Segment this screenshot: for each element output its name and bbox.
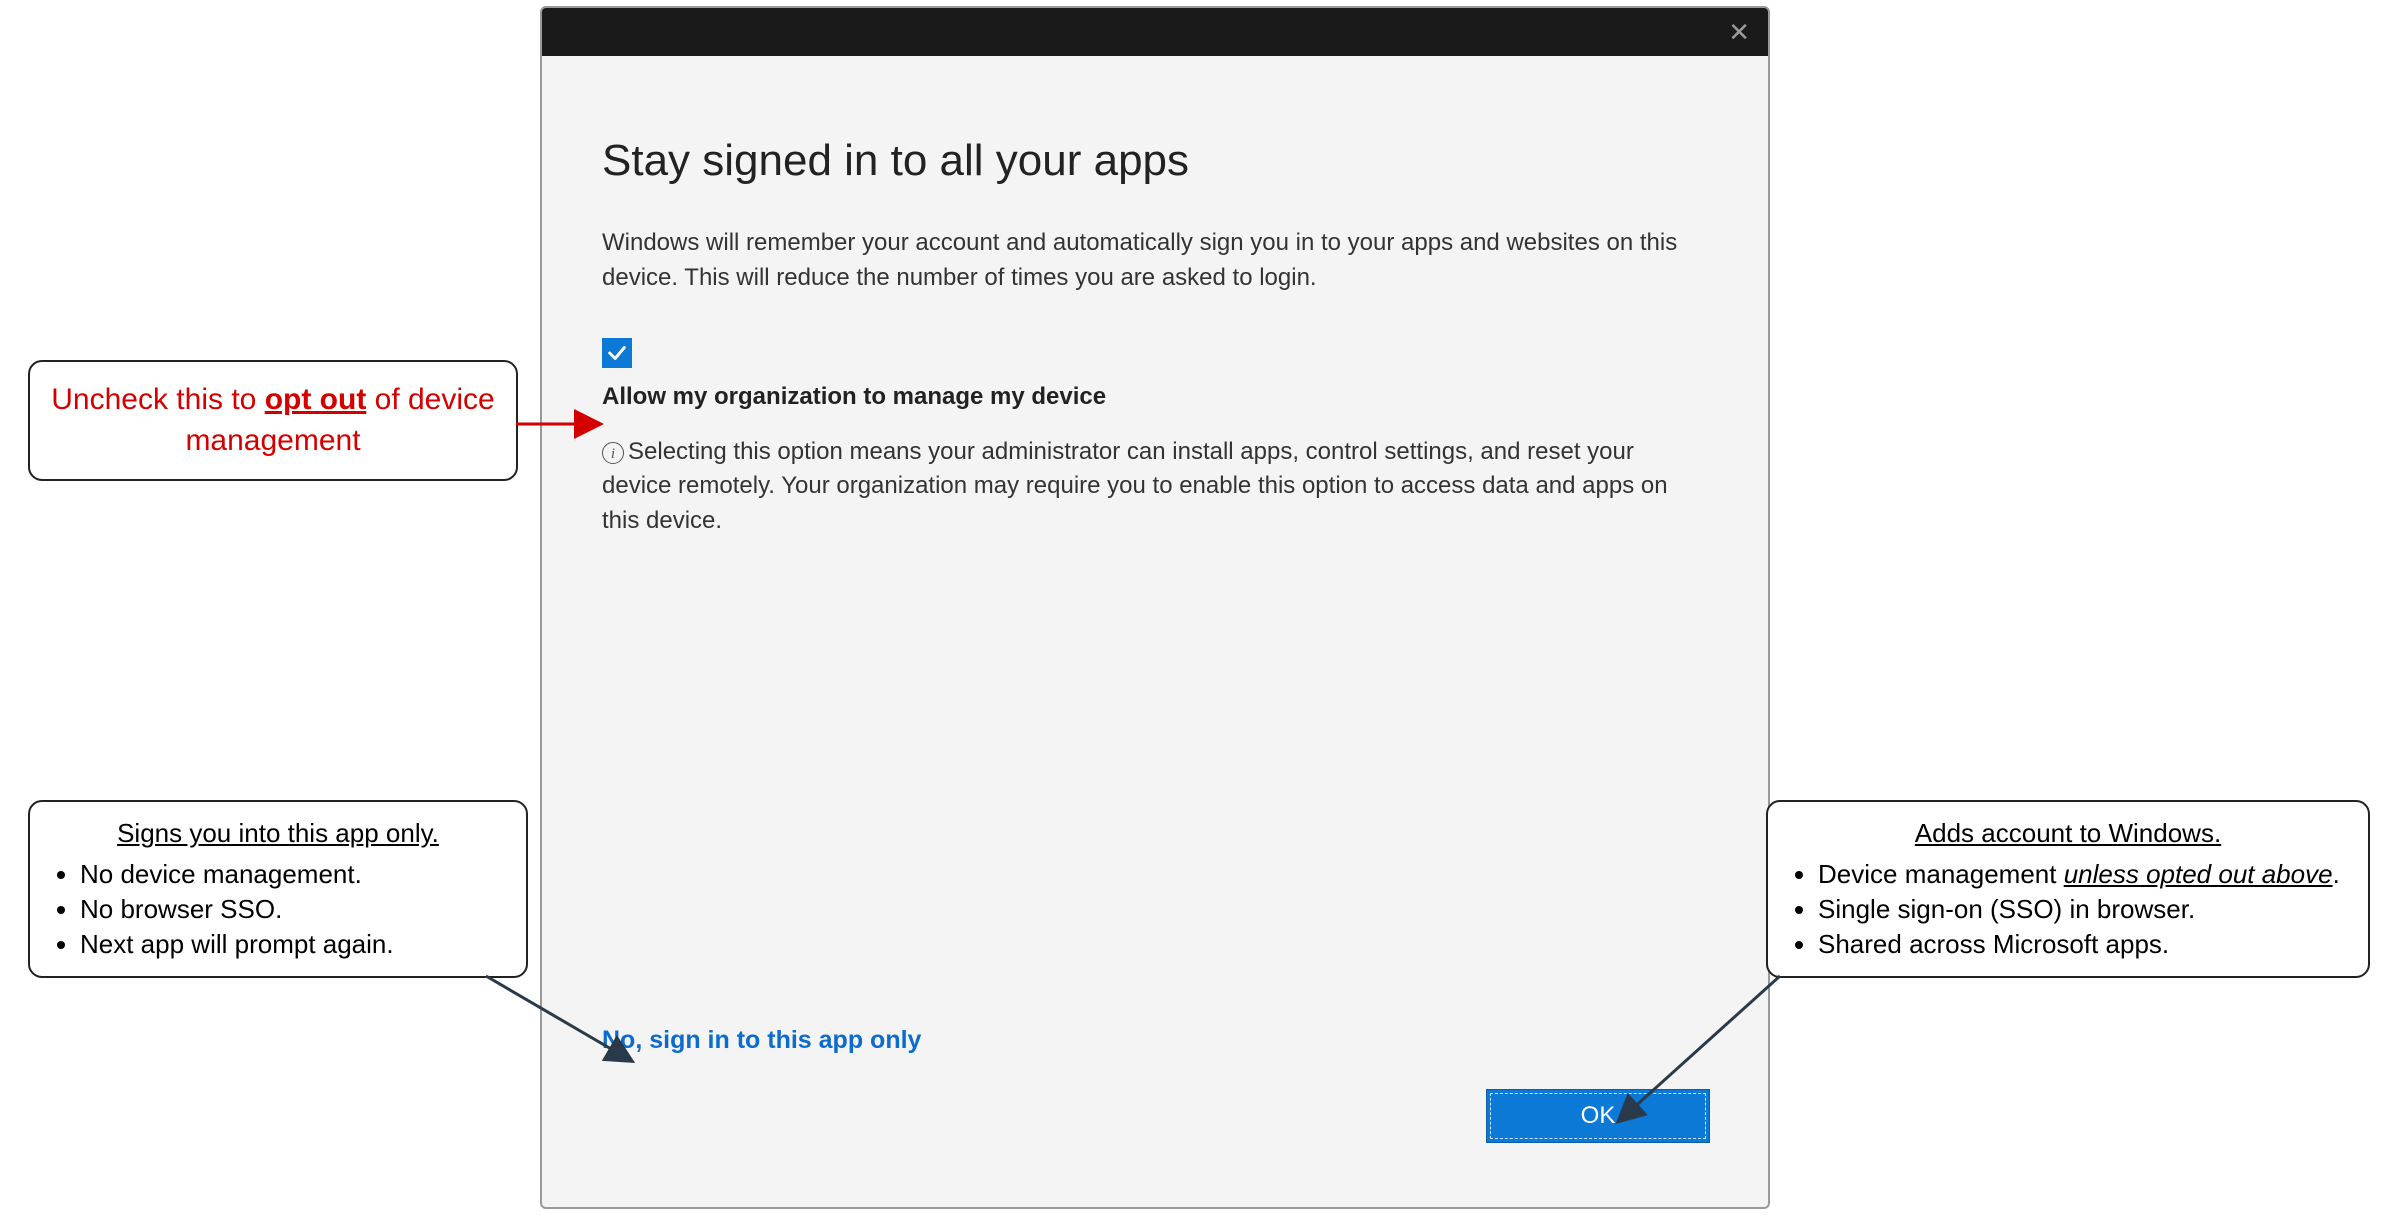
- callout-add-account-heading: Adds account to Windows.: [1790, 816, 2346, 851]
- callout-opt-out-pre: Uncheck this to: [51, 383, 264, 416]
- checkmark-icon: [606, 342, 628, 364]
- sign-in-this-app-only-link[interactable]: No, sign in to this app only: [602, 1026, 921, 1055]
- callout-add-account-b1c: .: [2333, 859, 2340, 889]
- callout-opt-out-bold: opt out: [265, 383, 367, 416]
- callout-add-account-b1b: unless opted out above: [2064, 859, 2333, 889]
- info-text: Selecting this option means your adminis…: [602, 438, 1668, 535]
- info-text-row: iSelecting this option means your admini…: [602, 435, 1708, 539]
- callout-app-only: Signs you into this app only. No device …: [28, 800, 528, 978]
- info-icon: i: [602, 442, 624, 464]
- callout-app-only-b2: No browser SSO.: [80, 892, 504, 927]
- callout-add-account-list: Device management unless opted out above…: [1790, 857, 2346, 962]
- callout-app-only-list: No device management. No browser SSO. Ne…: [52, 857, 504, 962]
- manage-device-checkbox[interactable]: [602, 338, 632, 368]
- callout-app-only-b3: Next app will prompt again.: [80, 927, 504, 962]
- callout-app-only-heading: Signs you into this app only.: [52, 816, 504, 851]
- close-icon[interactable]: ✕: [1728, 19, 1750, 45]
- callout-add-account-b2: Single sign-on (SSO) in browser.: [1818, 892, 2346, 927]
- callout-add-account-b1a: Device management: [1818, 859, 2064, 889]
- manage-device-checkbox-label: Allow my organization to manage my devic…: [602, 383, 1708, 411]
- callout-app-only-b1: No device management.: [80, 857, 504, 892]
- callout-add-account-b3: Shared across Microsoft apps.: [1818, 927, 2346, 962]
- ok-button[interactable]: OK: [1486, 1089, 1710, 1143]
- dialog-title: Stay signed in to all your apps: [602, 136, 1708, 186]
- manage-device-checkbox-row: [602, 338, 1708, 369]
- callout-opt-out: Uncheck this to opt out of device manage…: [28, 360, 518, 481]
- stay-signed-in-dialog: ✕ Stay signed in to all your apps Window…: [540, 6, 1770, 1209]
- ok-button-label: OK: [1581, 1102, 1616, 1130]
- dialog-content: Stay signed in to all your apps Windows …: [542, 56, 1768, 603]
- callout-add-account: Adds account to Windows. Device manageme…: [1766, 800, 2370, 978]
- titlebar: ✕: [542, 8, 1768, 56]
- dialog-body-text: Windows will remember your account and a…: [602, 226, 1708, 296]
- callout-add-account-b1: Device management unless opted out above…: [1818, 857, 2346, 892]
